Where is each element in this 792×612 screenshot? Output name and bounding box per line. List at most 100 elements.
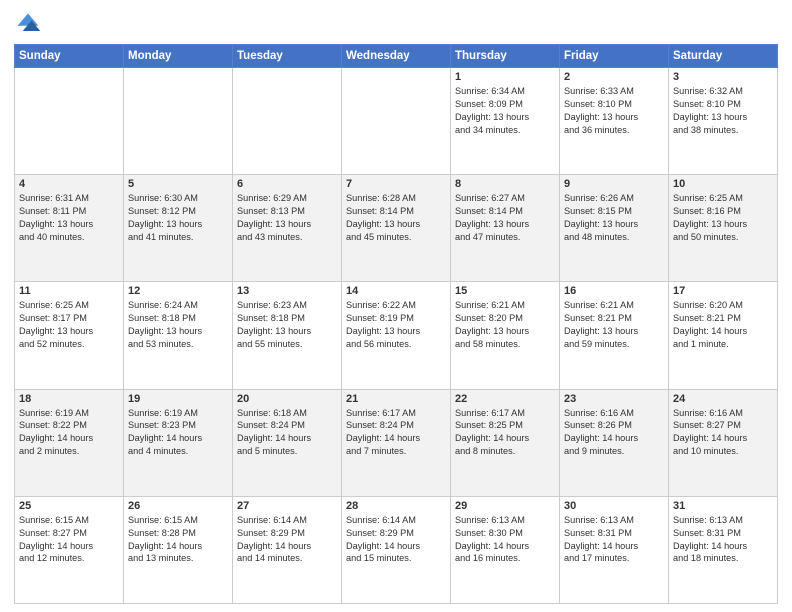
day-number: 7 [346,178,446,190]
day-number: 20 [237,393,337,405]
day-number: 15 [455,285,555,297]
calendar-cell: 31 Sunrise: 6:13 AMSunset: 8:31 PMDayligh… [669,496,778,603]
day-info: Sunrise: 6:24 AMSunset: 8:18 PMDaylight:… [128,299,228,351]
day-number: 8 [455,178,555,190]
page: SundayMondayTuesdayWednesdayThursdayFrid… [0,0,792,612]
calendar-cell: 26 Sunrise: 6:15 AMSunset: 8:28 PMDayligh… [124,496,233,603]
calendar-cell: 5 Sunrise: 6:30 AMSunset: 8:12 PMDaylight… [124,175,233,282]
calendar-week-1: 1 Sunrise: 6:34 AMSunset: 8:09 PMDaylight… [15,68,778,175]
calendar-cell: 15 Sunrise: 6:21 AMSunset: 8:20 PMDayligh… [451,282,560,389]
calendar-week-3: 11Sunrise: 6:25 AMSunset: 8:17 PMDayligh… [15,282,778,389]
day-number: 22 [455,393,555,405]
day-number: 16 [564,285,664,297]
calendar-cell: 28 Sunrise: 6:14 AMSunset: 8:29 PMDayligh… [342,496,451,603]
day-info: Sunrise: 6:25 AMSunset: 8:17 PMDaylight:… [19,299,119,351]
calendar-cell: 27 Sunrise: 6:14 AMSunset: 8:29 PMDayligh… [233,496,342,603]
calendar-header-saturday: Saturday [669,45,778,68]
calendar-cell: 1 Sunrise: 6:34 AMSunset: 8:09 PMDaylight… [451,68,560,175]
day-info: Sunrise: 6:34 AMSunset: 8:09 PMDaylight:… [455,85,555,137]
day-info: Sunrise: 6:21 AMSunset: 8:21 PMDaylight:… [564,299,664,351]
calendar-table: SundayMondayTuesdayWednesdayThursdayFrid… [14,44,778,604]
day-number: 18 [19,393,119,405]
calendar-cell: 12 Sunrise: 6:24 AMSunset: 8:18 PMDayligh… [124,282,233,389]
day-number: 3 [673,71,773,83]
day-number: 28 [346,500,446,512]
logo [14,10,46,38]
calendar-header-wednesday: Wednesday [342,45,451,68]
calendar-cell: 16 Sunrise: 6:21 AMSunset: 8:21 PMDayligh… [560,282,669,389]
day-info: Sunrise: 6:26 AMSunset: 8:15 PMDaylight:… [564,192,664,244]
calendar-cell: 18Sunrise: 6:19 AMSunset: 8:22 PMDayligh… [15,389,124,496]
day-number: 19 [128,393,228,405]
calendar-header-monday: Monday [124,45,233,68]
day-info: Sunrise: 6:31 AMSunset: 8:11 PMDaylight:… [19,192,119,244]
day-info: Sunrise: 6:13 AMSunset: 8:30 PMDaylight:… [455,514,555,566]
calendar-cell: 23Sunrise: 6:16 AMSunset: 8:26 PMDayligh… [560,389,669,496]
day-number: 5 [128,178,228,190]
calendar-cell: 20 Sunrise: 6:18 AMSunset: 8:24 PMDayligh… [233,389,342,496]
day-info: Sunrise: 6:25 AMSunset: 8:16 PMDaylight:… [673,192,773,244]
day-number: 27 [237,500,337,512]
day-info: Sunrise: 6:14 AMSunset: 8:29 PMDaylight:… [346,514,446,566]
calendar-week-4: 18Sunrise: 6:19 AMSunset: 8:22 PMDayligh… [15,389,778,496]
day-number: 1 [455,71,555,83]
day-info: Sunrise: 6:18 AMSunset: 8:24 PMDaylight:… [237,407,337,459]
calendar-cell: 10 Sunrise: 6:25 AMSunset: 8:16 PMDayligh… [669,175,778,282]
header [14,10,778,38]
day-info: Sunrise: 6:15 AMSunset: 8:28 PMDaylight:… [128,514,228,566]
calendar-week-2: 4 Sunrise: 6:31 AMSunset: 8:11 PMDaylight… [15,175,778,282]
day-number: 30 [564,500,664,512]
day-info: Sunrise: 6:32 AMSunset: 8:10 PMDaylight:… [673,85,773,137]
calendar-cell: 17Sunrise: 6:20 AMSunset: 8:21 PMDayligh… [669,282,778,389]
day-number: 4 [19,178,119,190]
calendar-cell: 19Sunrise: 6:19 AMSunset: 8:23 PMDayligh… [124,389,233,496]
day-info: Sunrise: 6:30 AMSunset: 8:12 PMDaylight:… [128,192,228,244]
day-number: 9 [564,178,664,190]
day-info: Sunrise: 6:16 AMSunset: 8:27 PMDaylight:… [673,407,773,459]
calendar-cell: 24 Sunrise: 6:16 AMSunset: 8:27 PMDayligh… [669,389,778,496]
calendar-cell: 30 Sunrise: 6:13 AMSunset: 8:31 PMDayligh… [560,496,669,603]
calendar-header-thursday: Thursday [451,45,560,68]
day-number: 14 [346,285,446,297]
calendar-cell: 13 Sunrise: 6:23 AMSunset: 8:18 PMDayligh… [233,282,342,389]
logo-icon [14,10,42,38]
calendar-cell [15,68,124,175]
day-info: Sunrise: 6:13 AMSunset: 8:31 PMDaylight:… [673,514,773,566]
calendar-cell: 22Sunrise: 6:17 AMSunset: 8:25 PMDayligh… [451,389,560,496]
day-info: Sunrise: 6:21 AMSunset: 8:20 PMDaylight:… [455,299,555,351]
calendar-header-sunday: Sunday [15,45,124,68]
day-info: Sunrise: 6:28 AMSunset: 8:14 PMDaylight:… [346,192,446,244]
day-number: 2 [564,71,664,83]
calendar-cell: 3 Sunrise: 6:32 AMSunset: 8:10 PMDaylight… [669,68,778,175]
day-info: Sunrise: 6:16 AMSunset: 8:26 PMDaylight:… [564,407,664,459]
calendar-header-friday: Friday [560,45,669,68]
calendar-header-row: SundayMondayTuesdayWednesdayThursdayFrid… [15,45,778,68]
day-number: 29 [455,500,555,512]
day-number: 24 [673,393,773,405]
day-number: 26 [128,500,228,512]
day-info: Sunrise: 6:23 AMSunset: 8:18 PMDaylight:… [237,299,337,351]
calendar-cell [342,68,451,175]
day-number: 6 [237,178,337,190]
day-info: Sunrise: 6:29 AMSunset: 8:13 PMDaylight:… [237,192,337,244]
calendar-cell: 9 Sunrise: 6:26 AMSunset: 8:15 PMDaylight… [560,175,669,282]
day-number: 31 [673,500,773,512]
day-number: 21 [346,393,446,405]
calendar-cell: 29 Sunrise: 6:13 AMSunset: 8:30 PMDayligh… [451,496,560,603]
day-number: 13 [237,285,337,297]
day-info: Sunrise: 6:13 AMSunset: 8:31 PMDaylight:… [564,514,664,566]
day-info: Sunrise: 6:22 AMSunset: 8:19 PMDaylight:… [346,299,446,351]
day-info: Sunrise: 6:33 AMSunset: 8:10 PMDaylight:… [564,85,664,137]
calendar-cell: 8Sunrise: 6:27 AMSunset: 8:14 PMDaylight… [451,175,560,282]
day-info: Sunrise: 6:14 AMSunset: 8:29 PMDaylight:… [237,514,337,566]
calendar-header-tuesday: Tuesday [233,45,342,68]
day-info: Sunrise: 6:17 AMSunset: 8:24 PMDaylight:… [346,407,446,459]
day-number: 10 [673,178,773,190]
day-number: 25 [19,500,119,512]
day-number: 17 [673,285,773,297]
calendar-cell: 21 Sunrise: 6:17 AMSunset: 8:24 PMDayligh… [342,389,451,496]
day-info: Sunrise: 6:15 AMSunset: 8:27 PMDaylight:… [19,514,119,566]
calendar-cell: 25 Sunrise: 6:15 AMSunset: 8:27 PMDayligh… [15,496,124,603]
day-number: 12 [128,285,228,297]
calendar-cell: 7 Sunrise: 6:28 AMSunset: 8:14 PMDaylight… [342,175,451,282]
